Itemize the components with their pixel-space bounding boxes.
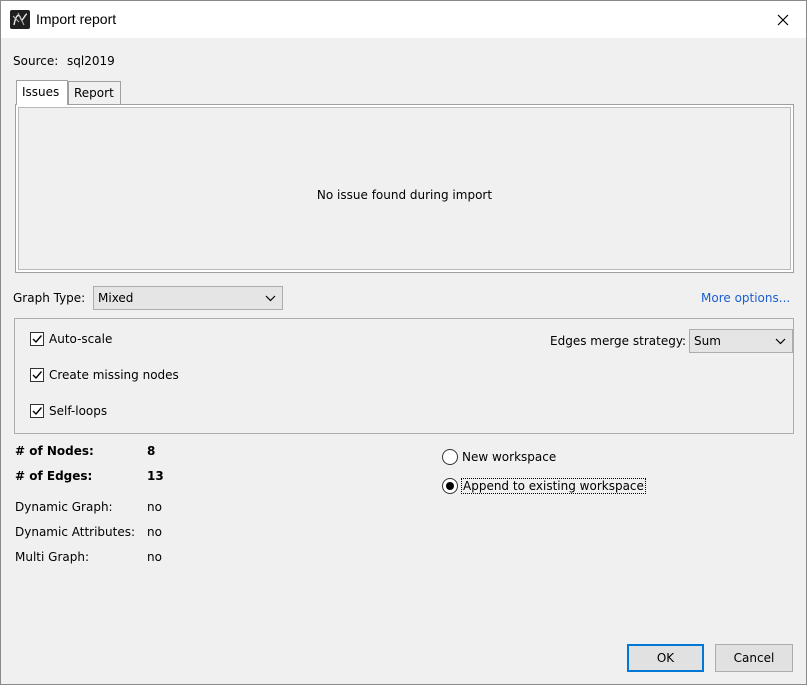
dynamic-attributes-value: no: [147, 525, 162, 539]
title-bar[interactable]: Import report: [1, 1, 806, 38]
dynamic-graph-label: Dynamic Graph:: [15, 500, 113, 514]
radio-selected-dot: [446, 482, 454, 490]
import-report-dialog: Import report Source: sql2019 Issues Rep…: [0, 0, 807, 685]
multi-graph-label: Multi Graph:: [15, 550, 89, 564]
tab-report-label: Report: [74, 86, 114, 100]
dynamic-attributes-label: Dynamic Attributes:: [15, 525, 136, 539]
dynamic-graph-value: no: [147, 500, 162, 514]
edges-count-value: 13: [147, 469, 164, 483]
chevron-down-icon: [265, 295, 276, 302]
checkmark-icon: [32, 335, 43, 344]
checkmark-icon: [32, 407, 43, 416]
cancel-button[interactable]: Cancel: [715, 644, 793, 672]
tab-issues-label: Issues: [22, 85, 60, 99]
close-button[interactable]: [760, 1, 806, 38]
nodes-count-label: # of Nodes:: [15, 444, 94, 458]
create-missing-nodes-label: Create missing nodes: [49, 368, 179, 382]
gephi-app-icon: [10, 10, 30, 29]
window-title: Import report: [36, 11, 117, 27]
auto-scale-label: Auto-scale: [49, 332, 113, 346]
no-issue-message: No issue found during import: [316, 188, 493, 202]
tab-issues[interactable]: Issues: [16, 80, 68, 105]
source-label: Source:: [13, 54, 59, 68]
new-workspace-label: New workspace: [462, 450, 557, 464]
nodes-count-value: 8: [147, 444, 156, 458]
self-loops-label: Self-loops: [49, 404, 108, 418]
source-value: sql2019: [67, 54, 115, 68]
ok-button[interactable]: OK: [627, 644, 704, 672]
self-loops-checkbox[interactable]: [30, 404, 44, 418]
graph-type-select[interactable]: Mixed: [93, 286, 283, 310]
edges-merge-strategy-select[interactable]: Sum: [689, 329, 793, 353]
checkmark-icon: [32, 371, 43, 380]
create-missing-nodes-checkbox[interactable]: [30, 368, 44, 382]
chevron-down-icon: [775, 338, 786, 345]
import-options-group: Auto-scale Create missing nodes Self-loo…: [14, 318, 794, 434]
more-options-link[interactable]: More options...: [701, 291, 790, 305]
append-workspace-label: Append to existing workspace: [461, 478, 646, 494]
graph-type-value: Mixed: [98, 291, 134, 305]
issues-panel: No issue found during import: [15, 104, 794, 273]
append-workspace-radio[interactable]: [442, 478, 458, 494]
tab-report[interactable]: Report: [68, 81, 121, 104]
edges-merge-strategy-label: Edges merge strategy:: [550, 334, 687, 348]
multi-graph-value: no: [147, 550, 162, 564]
auto-scale-checkbox[interactable]: [30, 332, 44, 346]
close-icon: [777, 14, 789, 25]
issues-list: No issue found during import: [18, 107, 791, 270]
edges-count-label: # of Edges:: [15, 469, 93, 483]
graph-type-label: Graph Type:: [13, 291, 86, 305]
edges-merge-strategy-value: Sum: [694, 334, 721, 348]
new-workspace-radio[interactable]: [442, 449, 458, 465]
